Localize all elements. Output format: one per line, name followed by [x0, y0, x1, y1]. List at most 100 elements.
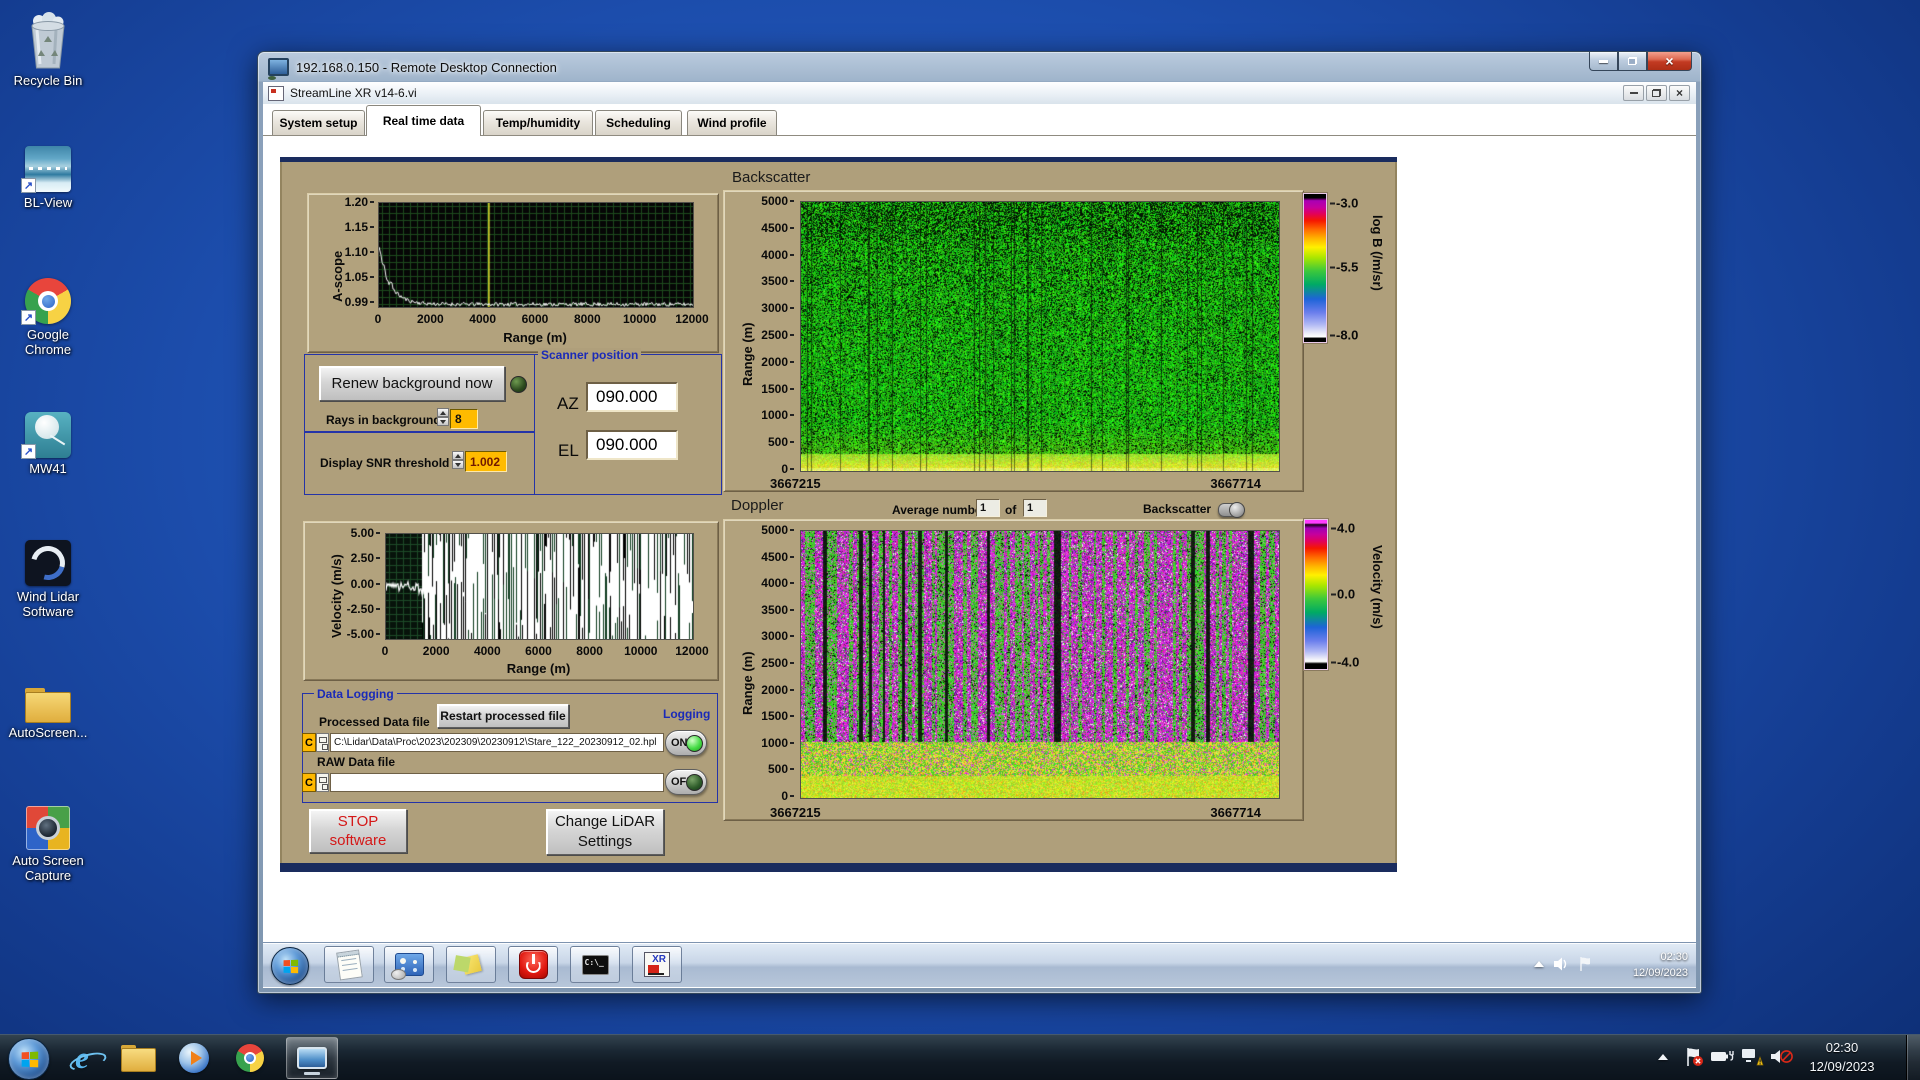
axis-tick: 500 [768, 436, 794, 448]
taskbar-chrome-button[interactable] [230, 1041, 270, 1075]
raw-path-field[interactable] [330, 773, 664, 792]
desktop-icon-wind-lidar[interactable]: Wind Lidar Software [4, 524, 92, 619]
app-restore-button[interactable] [1646, 85, 1667, 101]
close-icon: × [1665, 54, 1673, 68]
tab-scheduling[interactable]: Scheduling [595, 110, 682, 135]
app-close-button[interactable]: × [1669, 85, 1690, 101]
volume-muted-icon[interactable] [1770, 1048, 1794, 1066]
snr-threshold-field[interactable]: 1.002 [465, 451, 507, 472]
processed-drive-box[interactable]: C [302, 733, 316, 752]
average-number-field[interactable]: 1 [976, 499, 1000, 517]
desktop-icon-bl-view[interactable]: ↗ BL-View [4, 130, 92, 210]
raw-logging-toggle[interactable]: OFF [665, 769, 707, 795]
minimize-button[interactable] [1589, 52, 1618, 71]
spinner-down-icon[interactable] [452, 460, 464, 469]
taskbar-explorer-button[interactable] [118, 1041, 158, 1075]
tray-expand-icon[interactable] [1658, 1054, 1668, 1060]
network-icon[interactable] [1740, 1047, 1764, 1067]
spinner-down-icon[interactable] [437, 417, 449, 426]
backscatter-graph: Range (m) 500045004000350030002500200015… [723, 190, 1304, 492]
close-button[interactable]: × [1647, 52, 1692, 71]
tab-temp-humidity[interactable]: Temp/humidity [483, 110, 593, 135]
average-number-label: Average number [892, 503, 986, 517]
rays-in-background-field[interactable]: 8 [450, 409, 478, 429]
remote-volume-icon[interactable] [1552, 956, 1572, 972]
remote-taskbar-notepad-button[interactable] [324, 946, 374, 983]
processed-browse-icon[interactable] [316, 733, 329, 752]
close-icon: × [1676, 86, 1683, 100]
restore-button[interactable] [1618, 52, 1647, 71]
axis-tick: 3000 [761, 302, 794, 314]
app-title-bar[interactable]: StreamLine XR v14-6.vi [263, 82, 1696, 105]
start-button[interactable] [8, 1038, 50, 1080]
remote-tray-expand-icon[interactable] [1534, 961, 1544, 967]
raw-drive-box[interactable]: C [302, 773, 316, 792]
backscatter-plot-area[interactable] [800, 201, 1280, 472]
velocity-graph: Velocity (m/s) 5.002.500.00-2.50-5.00 02… [303, 521, 719, 681]
rays-in-background-label: Rays in background [326, 413, 434, 427]
renew-background-label: Renew background now [332, 375, 493, 392]
remote-taskbar-control-panel-button[interactable] [384, 946, 434, 983]
remote-taskbar-sticky-notes-button[interactable] [446, 946, 496, 983]
app-minimize-button[interactable] [1623, 85, 1644, 101]
axis-tick: 3000 [761, 630, 794, 642]
restart-processed-file-button[interactable]: Restart processed file [437, 704, 569, 728]
axis-tick: 0 [781, 790, 794, 802]
remote-flag-icon[interactable] [1578, 956, 1592, 972]
spinner-up-icon[interactable] [437, 408, 449, 417]
axis-tick: 3500 [761, 275, 794, 287]
processed-path-field[interactable]: C:\Lidar\Data\Proc\2023\202309\20230912\… [330, 733, 664, 752]
axis-tick: 0.00 [351, 578, 380, 590]
taskbar-clock[interactable]: 02:30 12/09/2023 [1792, 1038, 1892, 1076]
a-scope-y-ticks: 1.201.151.101.050.99 [340, 196, 374, 308]
average-total-field[interactable]: 1 [1023, 499, 1047, 517]
desktop-icon-google-chrome[interactable]: ↗ Google Chrome [4, 262, 92, 357]
show-desktop-button[interactable] [1906, 1035, 1920, 1080]
backscatter-toggle-switch[interactable] [1218, 503, 1244, 517]
logging-off-led-icon [686, 774, 703, 791]
velocity-plot-area[interactable] [385, 533, 694, 640]
tab-system-setup[interactable]: System setup [272, 110, 365, 135]
backscatter-toggle-label: Backscatter [1143, 502, 1211, 516]
change-lidar-settings-button[interactable]: Change LiDAR Settings [546, 809, 664, 855]
colorbar-tick: -8.0 [1330, 328, 1358, 343]
doppler-plot-area[interactable] [800, 530, 1280, 799]
rdp-title-bar[interactable]: 192.168.0.150 - Remote Desktop Connectio… [258, 52, 1581, 82]
az-field[interactable]: 090.000 [586, 382, 678, 412]
doppler-y-ticks: 5000450040003500300025002000150010005000 [752, 524, 794, 802]
remote-taskbar-shutdown-button[interactable] [508, 946, 558, 983]
tab-wind-profile[interactable]: Wind profile [687, 110, 777, 135]
a-scope-graph: A-scope 1.201.151.101.050.99 02000400060… [307, 193, 719, 353]
windows-flag-icon [21, 1051, 38, 1067]
processed-logging-toggle[interactable]: ON [665, 730, 707, 756]
battery-icon[interactable] [1710, 1048, 1734, 1066]
app-window-title: StreamLine XR v14-6.vi [290, 86, 417, 100]
action-center-flag-icon[interactable] [1684, 1046, 1704, 1068]
desktop-icon-auto-screen-capture[interactable]: Auto Screen Capture [4, 788, 92, 883]
stop-software-button[interactable]: STOP software [309, 809, 407, 853]
doppler-x-start: 3667215 [770, 805, 821, 820]
a-scope-plot-area[interactable] [378, 202, 694, 308]
desktop-icon-recycle-bin[interactable]: Recycle Bin [4, 8, 92, 88]
el-field[interactable]: 090.000 [586, 430, 678, 460]
renew-background-button[interactable]: Renew background now [319, 366, 505, 401]
desktop-icon-mw41[interactable]: ↗ MW41 [4, 396, 92, 476]
tab-real-time-data[interactable]: Real time data [366, 105, 481, 136]
desktop-icon-autoscreen[interactable]: AutoScreen... [4, 660, 92, 740]
taskbar-media-player-button[interactable] [174, 1041, 214, 1075]
remote-taskbar-cmd-button[interactable]: C:\_ [570, 946, 620, 983]
tab-label: System setup [279, 116, 357, 130]
raw-browse-icon[interactable] [316, 773, 329, 792]
taskbar-internet-explorer-button[interactable]: e [62, 1041, 102, 1075]
axis-tick: 1.20 [345, 196, 374, 208]
desktop-icon-label: Recycle Bin [4, 73, 92, 88]
remote-clock[interactable]: 02:30 12/09/2023 [1633, 949, 1688, 981]
backscatter-x-end: 3667714 [1210, 476, 1261, 491]
desktop-icon-label: Google Chrome [4, 327, 92, 357]
remote-taskbar-xr-app-button[interactable]: XR [632, 946, 682, 983]
spinner-up-icon[interactable] [452, 451, 464, 460]
remote-start-button[interactable] [271, 947, 309, 985]
axis-tick: 8000 [565, 312, 609, 326]
taskbar-rdp-button-active[interactable] [286, 1037, 338, 1079]
axis-tick: 1000 [761, 409, 794, 421]
